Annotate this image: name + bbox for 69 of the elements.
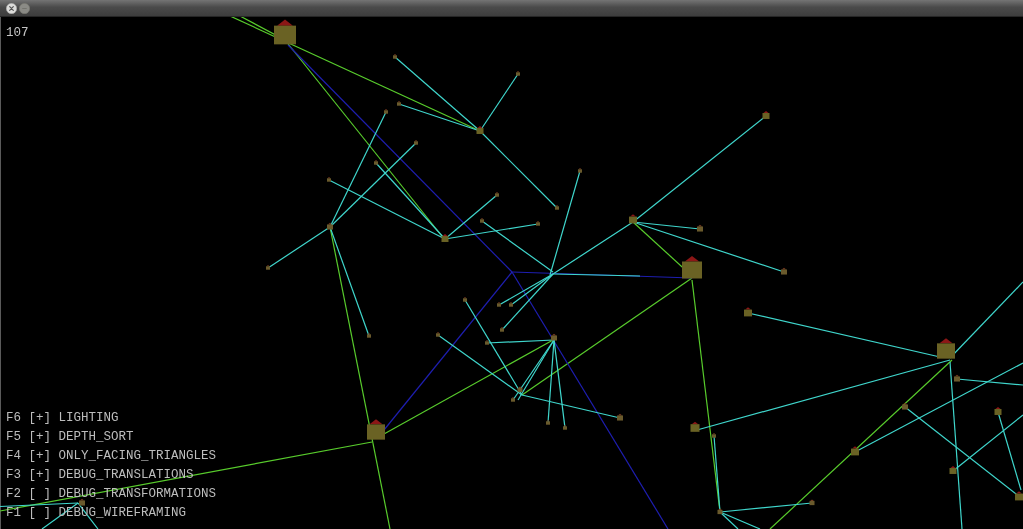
house-icon bbox=[509, 302, 513, 307]
house-icon bbox=[949, 466, 957, 474]
house-icon bbox=[367, 333, 371, 338]
house-icon bbox=[717, 508, 723, 515]
house-icon bbox=[516, 71, 520, 76]
house-icon bbox=[954, 374, 960, 382]
house-icon bbox=[629, 214, 637, 224]
house-icon bbox=[551, 333, 557, 341]
toggle-mark: [+] bbox=[28, 450, 52, 462]
frame-counter: 107 bbox=[6, 26, 29, 40]
close-button[interactable] bbox=[6, 2, 17, 14]
house-icon bbox=[367, 419, 385, 440]
house-icon bbox=[485, 340, 489, 345]
house-icon bbox=[511, 397, 515, 402]
house-icon bbox=[712, 433, 716, 438]
house-icon bbox=[744, 307, 752, 317]
house-icon bbox=[441, 234, 449, 242]
toggle-mark: [+] bbox=[28, 431, 52, 443]
house-icon bbox=[617, 413, 623, 421]
house-icon bbox=[536, 221, 540, 226]
house-icon bbox=[682, 255, 702, 279]
house-icon bbox=[762, 111, 770, 119]
house-icon bbox=[578, 168, 582, 173]
house-icon bbox=[937, 338, 955, 359]
toggle-mark: [ ] bbox=[28, 488, 52, 500]
toggle-mark: [+] bbox=[28, 412, 52, 424]
shortcut-key: F5 bbox=[6, 431, 21, 443]
house-icon bbox=[393, 54, 397, 59]
option-label: DEPTH_SORT bbox=[58, 431, 134, 443]
house-icon bbox=[851, 446, 859, 456]
house-icon bbox=[1015, 491, 1023, 501]
house-icon bbox=[480, 218, 484, 223]
house-icon bbox=[476, 126, 484, 134]
house-icon bbox=[266, 265, 270, 270]
house-icon bbox=[563, 425, 567, 430]
house-icon bbox=[690, 421, 700, 432]
close-icon bbox=[6, 2, 17, 14]
shortcut-key: F1 bbox=[6, 507, 21, 519]
house-icon bbox=[463, 297, 467, 302]
option-label: ONLY_FACING_TRIANGLES bbox=[58, 450, 217, 462]
house-icon bbox=[781, 267, 787, 275]
toggle-mark: [+] bbox=[28, 469, 52, 481]
house-icon bbox=[517, 386, 523, 393]
house-icon bbox=[436, 332, 440, 337]
toggle-mark: [ ] bbox=[28, 507, 52, 519]
house-icon bbox=[546, 420, 550, 425]
house-icon bbox=[809, 499, 815, 506]
house-icon bbox=[994, 407, 1002, 415]
option-label: LIGHTING bbox=[58, 412, 119, 424]
shortcut-key: F4 bbox=[6, 450, 21, 462]
house-icon bbox=[397, 101, 401, 106]
house-icon bbox=[500, 327, 504, 332]
option-label: DEBUG_TRANSLATIONS bbox=[58, 469, 194, 481]
shortcut-key: F2 bbox=[6, 488, 21, 500]
house-icon bbox=[495, 192, 499, 197]
minimize-icon bbox=[19, 2, 30, 14]
house-icon bbox=[902, 402, 908, 410]
minimize-button[interactable] bbox=[19, 2, 30, 14]
house-icon bbox=[327, 177, 331, 182]
house-icon bbox=[414, 140, 418, 145]
house-icon bbox=[374, 160, 378, 165]
house-icon bbox=[274, 19, 296, 45]
house-icon bbox=[555, 205, 559, 210]
shortcut-key: F3 bbox=[6, 469, 21, 481]
house-icon bbox=[327, 222, 333, 230]
house-icon bbox=[384, 109, 388, 114]
shortcut-key: F6 bbox=[6, 412, 21, 424]
house-icon bbox=[497, 302, 501, 307]
house-icon bbox=[697, 224, 703, 232]
